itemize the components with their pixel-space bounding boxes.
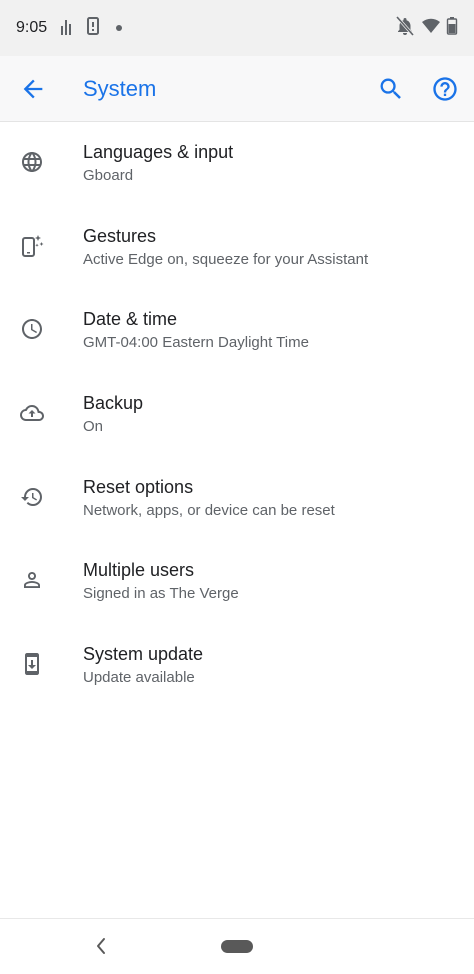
settings-item-title: Backup (83, 393, 144, 414)
settings-item-title: Multiple users (83, 560, 195, 581)
phone-badge-icon (87, 17, 99, 35)
wifi-icon (422, 18, 440, 33)
dot-icon (116, 25, 122, 31)
settings-item-languages[interactable]: Languages & input Gboard (0, 122, 474, 206)
settings-item-backup[interactable]: Backup On (0, 373, 474, 457)
settings-item-multiple-users[interactable]: Multiple users Signed in as The Verge (0, 540, 474, 624)
clock-icon (22, 319, 42, 340)
history-icon (21, 487, 42, 506)
arrow-back-icon[interactable] (19, 75, 47, 103)
gestures-icon (22, 234, 44, 257)
status-time: 9:05 (16, 19, 48, 36)
system-update-icon (25, 653, 39, 676)
settings-item-subtitle: Network, apps, or device can be reset (83, 501, 335, 519)
app-bar: System (0, 56, 474, 122)
globe-icon (22, 152, 42, 172)
settings-item-system-update[interactable]: System update Update available (0, 624, 474, 708)
notifications-off-icon (396, 16, 414, 36)
settings-item-title: Date & time (83, 309, 178, 330)
settings-item-title: Gestures (83, 225, 157, 246)
help-icon[interactable] (431, 75, 459, 103)
settings-item-title: Languages & input (83, 142, 234, 162)
settings-list: Languages & input Gboard Gestures Active… (0, 122, 474, 708)
settings-item-title: System update (83, 644, 204, 665)
settings-item-subtitle: GMT-04:00 Eastern Daylight Time (83, 334, 309, 352)
settings-item-reset-options[interactable]: Reset options Network, apps, or device c… (0, 457, 474, 541)
settings-item-gestures[interactable]: Gestures Active Edge on, squeeze for you… (0, 206, 474, 290)
cloud-backup-icon (20, 405, 44, 422)
signal-bars-icon (61, 20, 71, 35)
home-pill-icon[interactable] (221, 940, 253, 953)
page-title: System (83, 76, 157, 101)
settings-item-subtitle: Active Edge on, squeeze for your Assista… (83, 250, 369, 268)
settings-item-date-time[interactable]: Date & time GMT-04:00 Eastern Daylight T… (0, 289, 474, 373)
settings-item-subtitle: Gboard (83, 167, 134, 184)
navigation-bar (0, 918, 474, 974)
search-icon[interactable] (377, 75, 405, 103)
settings-item-subtitle: On (83, 418, 104, 436)
nav-back-icon[interactable] (94, 937, 108, 955)
settings-item-subtitle: Signed in as The Verge (83, 585, 239, 603)
settings-item-title: Reset options (83, 476, 194, 497)
settings-item-subtitle: Update available (83, 669, 195, 687)
status-bar: 9:05 (0, 0, 474, 56)
battery-icon (446, 17, 458, 35)
person-icon (24, 572, 40, 589)
